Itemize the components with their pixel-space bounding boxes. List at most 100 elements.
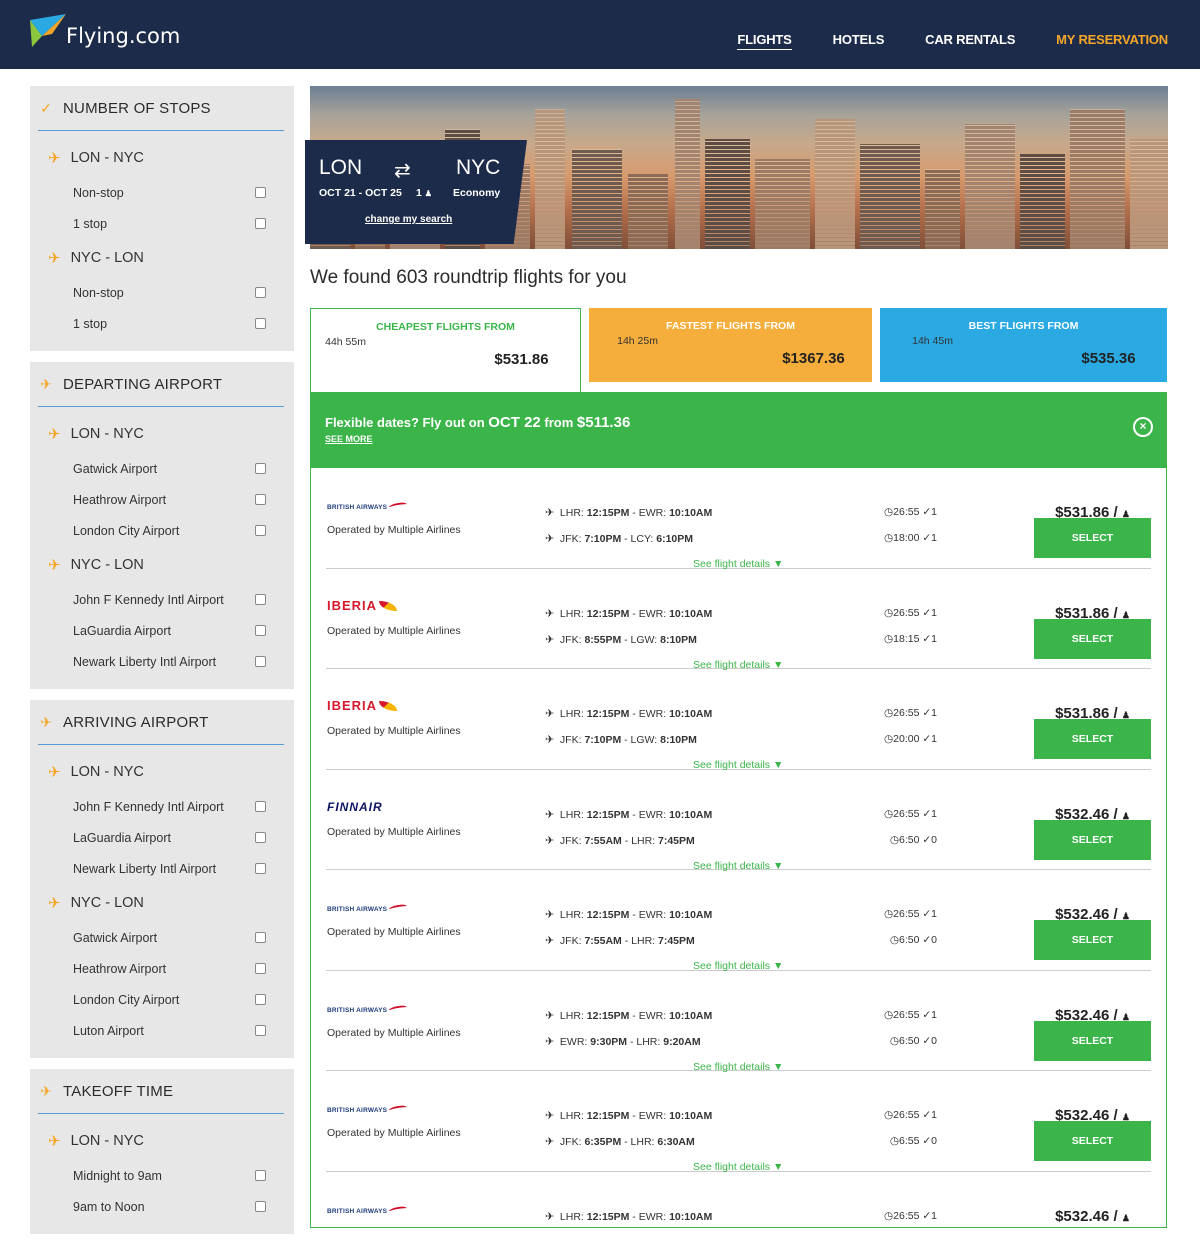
- see-more-link[interactable]: SEE MORE: [325, 434, 373, 444]
- close-icon[interactable]: ×: [1133, 417, 1153, 437]
- filter-option[interactable]: Non-stop: [38, 277, 284, 308]
- flight-leg: ✈ LHR: 12:15PM - EWR: 10:10AM: [545, 708, 713, 720]
- filter-option[interactable]: 1 stop: [38, 208, 284, 239]
- select-button[interactable]: SELECT: [1034, 618, 1151, 659]
- filter-option[interactable]: London City Airport: [38, 984, 284, 1015]
- leg-duration: ◷6:50 ✓0: [890, 1035, 937, 1047]
- filter-option[interactable]: LaGuardia Airport: [38, 822, 284, 853]
- filter-option-label: 1 stop: [73, 216, 108, 231]
- building-shape: [925, 169, 960, 249]
- filter-checkbox[interactable]: [255, 494, 266, 505]
- filter-option[interactable]: LaGuardia Airport: [38, 615, 284, 646]
- select-button[interactable]: SELECT: [1034, 719, 1151, 759]
- filter-checkbox[interactable]: [255, 932, 266, 943]
- leg-destination: EWR:: [638, 607, 667, 620]
- select-button[interactable]: SELECT: [1034, 1020, 1151, 1061]
- leg-origin: JFK:: [559, 734, 582, 746]
- leg-departure-time: 12:15PM: [586, 1009, 630, 1022]
- operated-by: Operated by Multiple Airlines: [327, 524, 461, 536]
- filter-checkbox[interactable]: [255, 1201, 266, 1212]
- leg-destination: EWR:: [638, 1210, 667, 1223]
- leg-origin: LHR:: [559, 1210, 584, 1223]
- filter-checkbox[interactable]: [255, 656, 266, 667]
- leg-destination: LHR:: [636, 1035, 661, 1048]
- flight-result-row: FINNAIR Operated by Multiple Airlines ✈ LH…: [326, 770, 1151, 872]
- select-button[interactable]: SELECT: [1034, 819, 1151, 860]
- leg-departure-time: 7:10PM: [584, 533, 622, 545]
- filter-checkbox[interactable]: [255, 187, 266, 198]
- filter-option[interactable]: Gatwick Airport: [38, 453, 284, 484]
- leg-duration: ◷26:55 ✓1: [884, 1210, 937, 1222]
- filter-checkbox[interactable]: [255, 525, 266, 536]
- filter-option-label: Non-stop: [73, 285, 124, 300]
- route-label: LON - NYC: [70, 426, 144, 442]
- clock-icon: ◷: [883, 506, 894, 518]
- filter-option-label: LaGuardia Airport: [73, 623, 171, 638]
- filter-panel-title-text: NUMBER OF STOPS: [63, 99, 211, 117]
- stops-value: 1: [931, 532, 937, 544]
- route-group-heading: ✈ LON - NYC: [38, 139, 284, 177]
- tab-best[interactable]: BEST FLIGHTS FROM $535.36 14h 45m: [880, 308, 1167, 382]
- filter-option[interactable]: 1 stop: [38, 308, 284, 339]
- filter-panel-title: ✈ DEPARTING AIRPORT: [38, 362, 284, 407]
- filter-option[interactable]: John F Kennedy Intl Airport: [38, 791, 284, 822]
- iberia-logo-icon: [379, 701, 398, 711]
- stops-value: 1: [931, 733, 937, 745]
- nav-flights[interactable]: FLIGHTS: [737, 32, 792, 50]
- filter-option-label: Gatwick Airport: [73, 930, 158, 945]
- filter-option[interactable]: Non-stop: [38, 177, 284, 208]
- filter-checkbox[interactable]: [255, 287, 266, 298]
- building-shape: [535, 109, 565, 249]
- tab-cheapest[interactable]: CHEAPEST FLIGHTS FROM $531.86 44h 55m: [310, 308, 581, 392]
- filter-checkbox[interactable]: [255, 318, 266, 329]
- leg-origin: JFK:: [559, 834, 582, 847]
- flight-leg: ✈ LHR: 12:15PM - EWR: 10:10AM: [545, 1110, 713, 1122]
- select-button[interactable]: SELECT: [1034, 920, 1151, 960]
- filter-checkbox[interactable]: [255, 963, 266, 974]
- logo[interactable]: Flying.com: [28, 14, 180, 54]
- filter-option[interactable]: 9am to Noon: [38, 1191, 284, 1222]
- select-button[interactable]: SELECT: [1034, 518, 1151, 558]
- tab-fastest[interactable]: FASTEST FLIGHTS FROM $1367.36 14h 25m: [589, 308, 872, 382]
- leg-departure-time: 12:15PM: [586, 507, 630, 519]
- filter-checkbox[interactable]: [255, 832, 266, 843]
- stops-icon: ✓: [40, 99, 52, 116]
- filter-checkbox[interactable]: [255, 994, 266, 1005]
- nav-car-rentals[interactable]: CAR RENTALS: [925, 32, 1015, 50]
- clock-icon: ◷: [883, 707, 894, 719]
- filter-checkbox[interactable]: [255, 625, 266, 636]
- airline-name: FINNAIR: [327, 799, 383, 814]
- filter-checkbox[interactable]: [255, 594, 266, 605]
- duration-value: 26:55: [893, 506, 920, 518]
- filter-checkbox[interactable]: [255, 1025, 266, 1036]
- leg-arrival-time: 7:45PM: [658, 834, 695, 847]
- filter-option[interactable]: Newark Liberty Intl Airport: [38, 646, 284, 677]
- filter-checkbox[interactable]: [255, 218, 266, 229]
- leg-arrival-time: 6:10PM: [656, 533, 693, 545]
- filter-checkbox[interactable]: [255, 863, 266, 874]
- select-button[interactable]: SELECT: [1034, 1121, 1151, 1161]
- filter-option[interactable]: Newark Liberty Intl Airport: [38, 853, 284, 884]
- plane-icon: ✈: [545, 1009, 555, 1022]
- filter-checkbox[interactable]: [255, 463, 266, 474]
- filter-option[interactable]: Gatwick Airport: [38, 922, 284, 953]
- nav-hotels[interactable]: HOTELS: [833, 32, 885, 50]
- stops-value: 1: [931, 707, 937, 719]
- filter-option[interactable]: Midnight to 9am: [38, 1160, 284, 1191]
- flexible-dates-banner: Flexible dates? Fly out on OCT 22 from $…: [310, 392, 1167, 468]
- filter-option[interactable]: Luton Airport: [38, 1015, 284, 1046]
- filter-option[interactable]: John F Kennedy Intl Airport: [38, 584, 284, 615]
- search-to: NYC: [456, 156, 501, 179]
- nav-my-reservation[interactable]: MY RESERVATION: [1056, 32, 1168, 50]
- filter-panel-title-text: DEPARTING AIRPORT: [63, 375, 223, 393]
- filter-option[interactable]: Heathrow Airport: [38, 953, 284, 984]
- filter-option-label: Non-stop: [73, 185, 124, 200]
- clock-icon: ◷: [883, 1209, 894, 1222]
- leg-duration: ◷26:55 ✓1: [884, 808, 937, 820]
- airline-logo: BRITISH AIRWAYS: [327, 496, 408, 512]
- filter-checkbox[interactable]: [255, 801, 266, 812]
- filter-option[interactable]: London City Airport: [38, 515, 284, 546]
- change-search-link[interactable]: change my search: [365, 214, 452, 225]
- filter-option[interactable]: Heathrow Airport: [38, 484, 284, 515]
- filter-checkbox[interactable]: [255, 1170, 266, 1181]
